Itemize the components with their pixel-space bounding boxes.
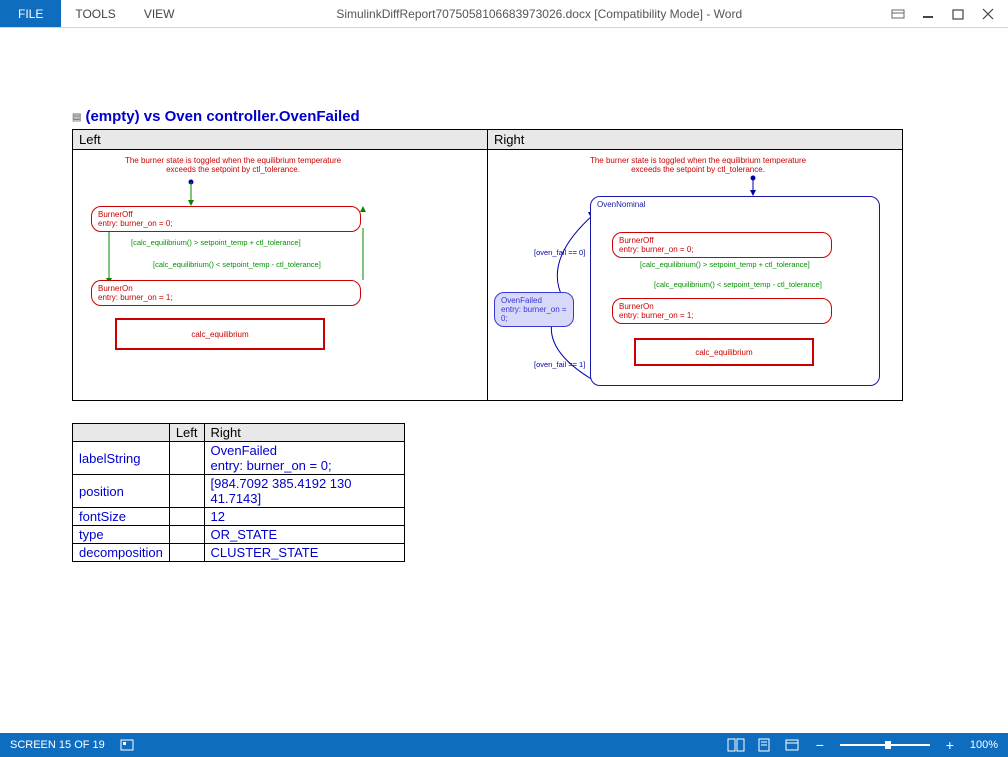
minimize-button[interactable]: [920, 6, 936, 22]
screen-indicator[interactable]: SCREEN 15 OF 19: [10, 739, 105, 751]
tools-menu[interactable]: TOOLS: [61, 0, 129, 27]
prop-key: labelString: [73, 442, 170, 475]
prop-header-left: Left: [169, 424, 204, 442]
properties-table: Left Right labelString OvenFailed entry:…: [72, 423, 405, 562]
burner-off-state: BurnerOff entry: burner_on = 0;: [91, 206, 361, 232]
window-controls: [890, 0, 1008, 27]
prop-right-val: [984.7092 385.4192 130 41.7143]: [204, 475, 404, 508]
zoom-out-button[interactable]: −: [812, 737, 828, 753]
close-button[interactable]: [980, 6, 996, 22]
prop-key: decomposition: [73, 544, 170, 562]
file-menu[interactable]: FILE: [0, 0, 61, 27]
diagram-comparison-table: Left Right The burner state is toggled w…: [72, 129, 903, 401]
prop-right-val: CLUSTER_STATE: [204, 544, 404, 562]
oven-failed-state: OvenFailed entry: burner_on = 0;: [494, 292, 574, 327]
document-area: ▤(empty) vs Oven controller.OvenFailed L…: [0, 28, 1008, 733]
prop-header-right: Right: [204, 424, 404, 442]
titlebar: FILE TOOLS VIEW SimulinkDiffReport707505…: [0, 0, 1008, 28]
prop-right-val: 12: [204, 508, 404, 526]
oven-fail-1-label: [oven_fail == 1]: [534, 360, 585, 369]
prop-left-val: [169, 526, 204, 544]
oven-fail-0-label: [oven_fail == 0]: [534, 248, 585, 257]
zoom-in-button[interactable]: +: [942, 737, 958, 753]
left-column-header: Left: [73, 130, 488, 150]
transition-2-right: [calc_equilibrium() < setpoint_temp - ct…: [654, 280, 822, 289]
restore-button[interactable]: [950, 6, 966, 22]
prop-header-blank: [73, 424, 170, 442]
web-layout-icon[interactable]: [784, 737, 800, 753]
zoom-slider[interactable]: [840, 744, 930, 746]
left-diagram: The burner state is toggled when the equ…: [73, 150, 487, 400]
prop-left-val: [169, 475, 204, 508]
prop-key: type: [73, 526, 170, 544]
print-layout-icon[interactable]: [756, 737, 772, 753]
macro-icon[interactable]: [119, 737, 135, 753]
right-diagram: The burner state is toggled when the equ…: [488, 150, 902, 400]
prop-key: position: [73, 475, 170, 508]
ribbon-toggle-icon[interactable]: [890, 6, 906, 22]
prop-right-val: OvenFailed entry: burner_on = 0;: [204, 442, 404, 475]
transition-2-label: [calc_equilibrium() < setpoint_temp - ct…: [153, 260, 321, 269]
burner-on-state-right: BurnerOn entry: burner_on = 1;: [612, 298, 832, 324]
calc-equilibrium-func: calc_equilibrium: [115, 318, 325, 350]
read-mode-icon[interactable]: [728, 737, 744, 753]
prop-key: fontSize: [73, 508, 170, 526]
page: ▤(empty) vs Oven controller.OvenFailed L…: [10, 38, 998, 723]
calc-equilibrium-right: calc_equilibrium: [634, 338, 814, 366]
burner-on-state: BurnerOn entry: burner_on = 1;: [91, 280, 361, 306]
prop-left-val: [169, 442, 204, 475]
view-menu[interactable]: VIEW: [130, 0, 189, 27]
window-title: SimulinkDiffReport7075058106683973026.do…: [188, 0, 890, 27]
prop-left-val: [169, 508, 204, 526]
outline-icon: ▤: [72, 112, 81, 123]
right-column-header: Right: [488, 130, 903, 150]
burner-off-state-right: BurnerOff entry: burner_on = 0;: [612, 232, 832, 258]
prop-right-val: OR_STATE: [204, 526, 404, 544]
transition-1-label: [calc_equilibrium() > setpoint_temp + ct…: [131, 238, 301, 247]
statusbar: SCREEN 15 OF 19 − + 100%: [0, 733, 1008, 757]
section-heading: ▤(empty) vs Oven controller.OvenFailed: [72, 108, 936, 125]
prop-left-val: [169, 544, 204, 562]
transition-1-right: [calc_equilibrium() > setpoint_temp + ct…: [640, 260, 810, 269]
zoom-level[interactable]: 100%: [970, 739, 998, 751]
